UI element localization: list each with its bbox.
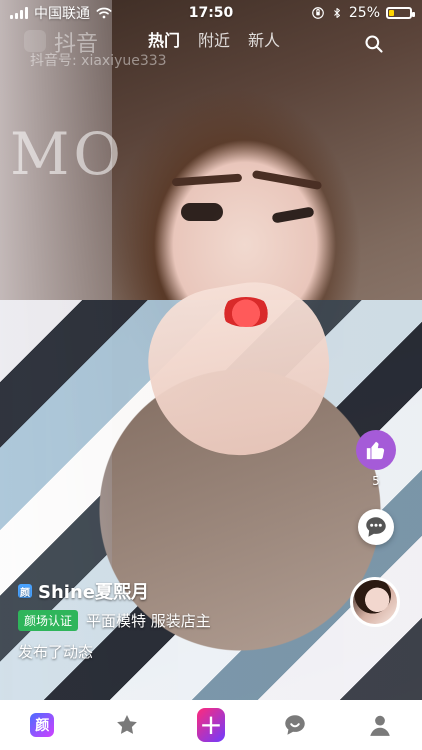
- search-icon[interactable]: [364, 34, 384, 54]
- left-eye: [181, 203, 223, 221]
- bluetooth-icon: [334, 8, 340, 18]
- feed-tabs: 热门 附近 新人: [148, 28, 280, 54]
- wifi-icon: [96, 7, 112, 19]
- top-navigation: 抖音 抖音号: xiaxiyue333 热门 附近 新人: [0, 28, 422, 69]
- app-screen: MO 中国联通 17:50 25% 抖音 抖音号: xiaxiyue333 热门…: [0, 0, 422, 750]
- battery-icon: [386, 7, 415, 19]
- status-bar: 中国联通 17:50 25%: [0, 0, 422, 26]
- battery-percent: 25%: [348, 5, 380, 21]
- like-button[interactable]: [356, 430, 396, 470]
- carrier-label: 中国联通: [34, 6, 90, 22]
- comment-button[interactable]: [358, 509, 394, 545]
- tab-nearby[interactable]: 附近: [198, 28, 230, 54]
- avatar-image: [353, 580, 397, 624]
- thumbs-up-icon: [366, 441, 385, 460]
- status-time: 17:50: [188, 5, 234, 21]
- post-info: 颜 Shine夏熙月 颜场认证 平面模特 服装店主 发布了动态: [18, 578, 338, 662]
- brand-id: 抖音号: xiaxiyue333: [30, 53, 167, 69]
- user-avatar-button[interactable]: [350, 577, 400, 627]
- tab-home[interactable]: 颜: [28, 711, 56, 739]
- author-name[interactable]: Shine夏熙月: [38, 578, 149, 604]
- bottom-tab-bar: 颜 +: [0, 700, 422, 750]
- add-icon: +: [196, 708, 225, 742]
- author-row[interactable]: 颜 Shine夏熙月: [18, 578, 338, 604]
- tab-messages[interactable]: [281, 711, 309, 739]
- tiktok-logo-icon: [24, 30, 46, 52]
- tab-profile[interactable]: [366, 711, 394, 739]
- tab-favorites[interactable]: [113, 711, 141, 739]
- lips: [220, 297, 272, 327]
- background-store-sign: MO: [10, 120, 125, 188]
- author-meta: 颜场认证 平面模特 服装店主: [18, 610, 338, 631]
- post-status: 发布了动态: [18, 643, 94, 661]
- yan-badge: 颜: [18, 584, 32, 599]
- yan-home-icon: 颜: [30, 713, 55, 737]
- tab-new[interactable]: 新人: [248, 28, 280, 54]
- cell-signal-icon: [10, 7, 28, 19]
- battery-level: [389, 10, 394, 16]
- rotation-lock-icon: [312, 7, 324, 19]
- user-icon: [370, 715, 390, 736]
- tab-hot[interactable]: 热门: [148, 28, 180, 54]
- tab-add[interactable]: +: [196, 708, 225, 742]
- status-left: 中国联通: [10, 3, 112, 23]
- author-bio: 平面模特 服装店主: [86, 612, 211, 630]
- star-icon: [116, 715, 137, 734]
- verification-badge: 颜场认证: [18, 610, 79, 631]
- comment-icon: [366, 517, 386, 537]
- chat-icon: [285, 715, 306, 735]
- status-right: 25%: [311, 5, 415, 21]
